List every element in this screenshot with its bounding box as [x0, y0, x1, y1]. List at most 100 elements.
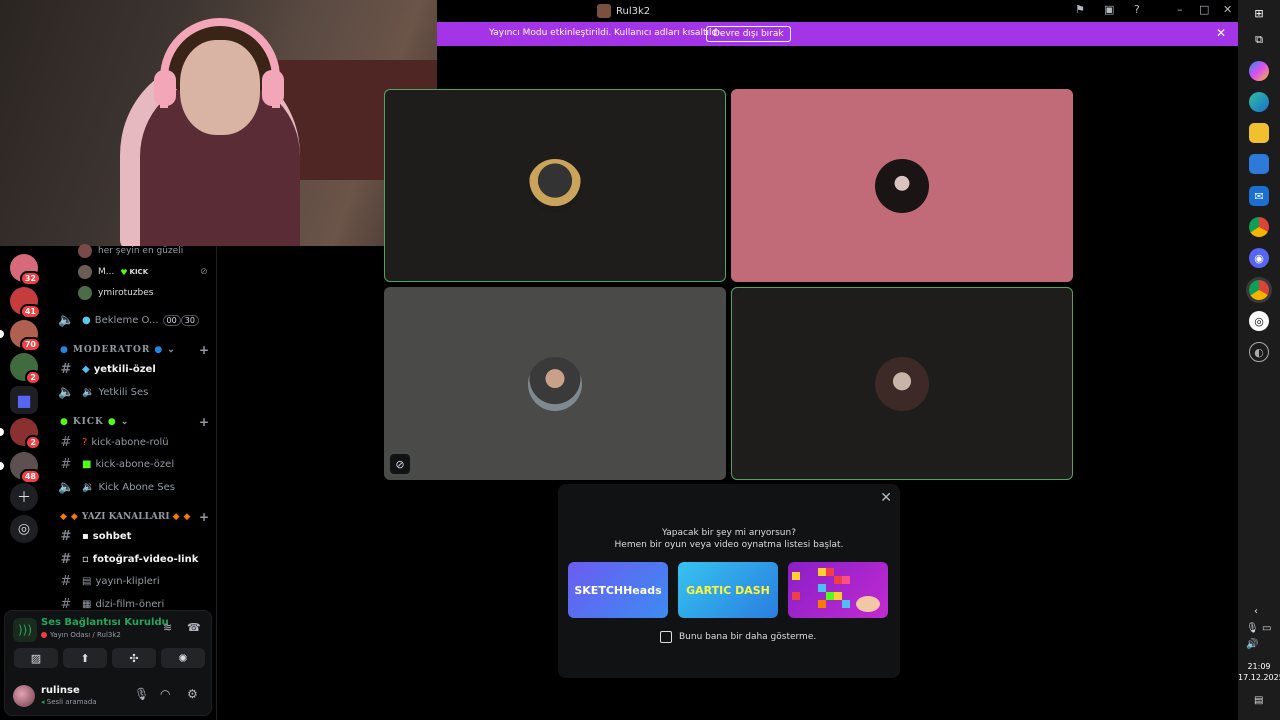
channel-waiting-room[interactable]: 🔈 ● Bekleme O... 00 30: [58, 310, 208, 330]
popup-subheading: Hemen bir oyun veya video oynatma listes…: [614, 540, 844, 550]
channel-kick-abone-ozel[interactable]: # ■ kick-abone-özel: [58, 454, 208, 474]
category-text-channels[interactable]: ◆ ◆ YAZI KANALLARI ◆ ◆ +: [60, 509, 210, 525]
windows-start-icon[interactable]: ⊞: [1249, 3, 1269, 23]
heart-icon: ♥: [120, 267, 128, 277]
server-icon[interactable]: 2: [0, 418, 41, 450]
category-moderator[interactable]: ● MODERATOR ● ⌄ +: [60, 342, 210, 358]
microphone-icon[interactable]: 🎙: [134, 687, 149, 701]
channel-avatar: [597, 4, 611, 18]
server-icon[interactable]: 48: [0, 452, 41, 484]
webcam-overlay: [0, 0, 437, 246]
add-server-icon[interactable]: ＋: [10, 483, 38, 511]
server-folder-icon[interactable]: ■: [10, 386, 38, 414]
participant-tile[interactable]: [731, 89, 1073, 282]
chrome-active-icon[interactable]: [1249, 280, 1269, 300]
channel-name: Yetkili Ses: [98, 386, 149, 398]
noise-suppression-icon[interactable]: ≋: [163, 621, 172, 634]
voice-channel-path: Yayın Odası / Rul3k2: [50, 631, 121, 639]
help-icon[interactable]: ?: [1134, 3, 1140, 16]
channel-name: yetkili-özel: [93, 363, 156, 375]
banner-close-icon[interactable]: ✕: [1216, 26, 1226, 40]
network-icon[interactable]: ▭: [1262, 623, 1271, 634]
minimize-icon[interactable]: –: [1177, 3, 1183, 16]
streamer-mode-banner: Yayıncı Modu etkinleştirildi. Kullanıcı …: [437, 22, 1238, 46]
server-badge: 32: [19, 271, 41, 286]
close-icon[interactable]: ✕: [880, 490, 892, 506]
server-badge: 2: [25, 435, 41, 450]
notifications-icon[interactable]: ▤: [1254, 695, 1263, 706]
discover-icon[interactable]: ◎: [10, 515, 38, 543]
maximize-icon[interactable]: □: [1199, 3, 1209, 16]
signal-icon: ))): [13, 618, 37, 642]
clock-date[interactable]: 17.12.2025: [1238, 673, 1280, 682]
game-card-sketch-heads[interactable]: SKETCHHeads: [568, 562, 668, 618]
participant-tile[interactable]: ⊘: [384, 287, 726, 480]
server-icon[interactable]: 32: [10, 254, 41, 286]
add-channel-icon[interactable]: +: [199, 343, 210, 357]
screen-share-button[interactable]: ⬆: [63, 648, 107, 668]
speaker-icon: 🔈: [58, 312, 75, 328]
game-card-blocks[interactable]: [788, 562, 888, 618]
user-name[interactable]: rulinse: [41, 685, 80, 696]
participant-tile[interactable]: [384, 89, 726, 282]
popup-heading: Yapacak bir şey mi arıyorsun?: [662, 528, 796, 538]
voice-connected-title[interactable]: Ses Bağlantısı Kuruldu: [41, 617, 169, 628]
add-channel-icon[interactable]: +: [199, 510, 210, 524]
user-tag: KICK: [129, 268, 149, 276]
voice-user[interactable]: her şeyin en güzeli: [78, 242, 183, 260]
chrome-icon[interactable]: [1249, 217, 1269, 237]
edge-icon[interactable]: [1249, 92, 1269, 112]
voice-user[interactable]: ymirotuzbes: [78, 284, 154, 302]
add-channel-icon[interactable]: +: [199, 415, 210, 429]
server-icon[interactable]: 41: [10, 287, 41, 319]
headphones-icon[interactable]: ◠: [160, 687, 170, 701]
channel-kick-abone-rolu[interactable]: # ? kick-abone-rolü: [58, 432, 208, 452]
obs-icon[interactable]: ◎: [1249, 311, 1269, 331]
channel-yayin-klipleri[interactable]: # ▤ yayın-klipleri: [58, 571, 208, 591]
copilot-icon[interactable]: [1249, 61, 1269, 81]
chevron-up-icon[interactable]: ‹: [1254, 606, 1258, 617]
clock-time[interactable]: 21:09: [1238, 662, 1280, 671]
disable-streamer-mode-button[interactable]: Devre dışı bırak: [706, 26, 791, 42]
screen-icon[interactable]: ▣: [1104, 3, 1114, 16]
gem-icon: ◆: [82, 363, 90, 375]
participant-tile[interactable]: [731, 287, 1073, 480]
checkbox-label: Bunu bana bir daha gösterme.: [679, 632, 817, 642]
voice-connected-subtitle[interactable]: Yayın Odası / Rul3k2: [41, 631, 121, 639]
user-avatar[interactable]: [13, 685, 35, 707]
green-square-icon: ■: [82, 458, 92, 470]
camera-icon: ▫: [82, 553, 89, 565]
muted-mic-icon: ⊘: [390, 454, 410, 474]
task-view-icon[interactable]: ⧉: [1249, 30, 1269, 50]
volume-icon[interactable]: 🔊: [1246, 639, 1258, 650]
discord-window: Rul3k2 ⚑ ▣ ? – □ ✕ Yayıncı Modu etkinleş…: [0, 0, 1238, 720]
voice-panel: ))) Ses Bağlantısı Kuruldu Yayın Odası /…: [4, 610, 212, 716]
mic-tray-icon[interactable]: 🎙: [1246, 623, 1259, 634]
channel-kick-abone-ses[interactable]: 🔈 🔉 Kick Abone Ses: [58, 477, 208, 497]
file-explorer-icon[interactable]: [1249, 123, 1269, 143]
activities-button[interactable]: ✣: [112, 648, 156, 668]
channel-sohbet[interactable]: # ▪ sohbet: [58, 526, 208, 546]
channel-yetkili-ses[interactable]: 🔈 🔉 Yetkili Ses: [58, 382, 208, 402]
game-card-gartic-dash[interactable]: GARTIC DASH: [678, 562, 778, 618]
disconnect-icon[interactable]: ☎: [187, 621, 201, 634]
close-window-icon[interactable]: ✕: [1223, 3, 1232, 16]
muted-icon: ⊘: [200, 267, 208, 277]
channel-yetkili-ozel[interactable]: # ◆ yetkili-özel: [58, 359, 208, 379]
outlook-icon[interactable]: ✉: [1249, 186, 1269, 206]
discord-icon[interactable]: ◉: [1249, 248, 1269, 268]
channel-fotograf-video-link[interactable]: # ▫ fotoğraf-video-link: [58, 549, 208, 569]
server-icon[interactable]: 2: [10, 353, 41, 385]
steam-icon[interactable]: ◐: [1249, 342, 1269, 362]
dont-show-again-checkbox[interactable]: [660, 631, 672, 643]
category-kick[interactable]: ● KICK ● ⌄ +: [60, 414, 210, 430]
settings-gear-icon[interactable]: ⚙: [187, 687, 198, 701]
store-icon[interactable]: [1249, 154, 1269, 174]
soundboard-button[interactable]: ✺: [161, 648, 205, 668]
voice-user[interactable]: M... ♥ KICK ⊘: [78, 263, 208, 281]
server-icon[interactable]: 70: [0, 320, 41, 352]
film-icon: ▦: [82, 598, 92, 610]
inbox-icon[interactable]: ⚑: [1075, 3, 1085, 16]
window-title: Rul3k2: [597, 4, 650, 18]
camera-off-button[interactable]: ▨: [14, 648, 58, 668]
